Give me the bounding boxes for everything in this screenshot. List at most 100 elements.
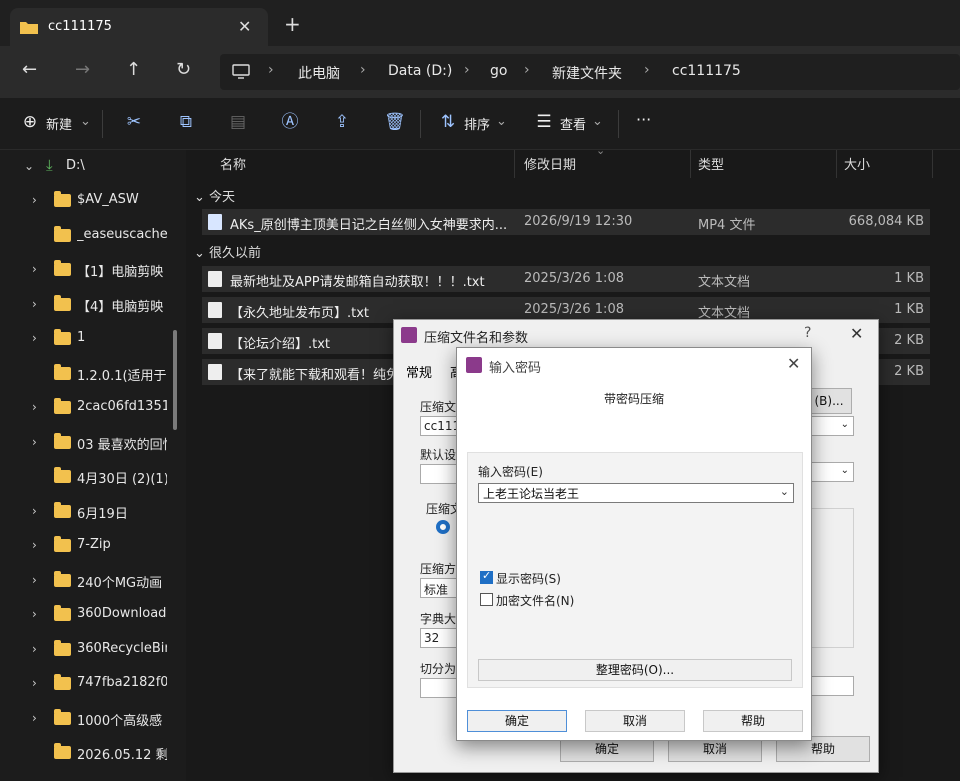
sidebar-item[interactable]: › 240个MG动画 <box>0 564 180 596</box>
sidebar-item[interactable]: 1.2.0.1(适用于C <box>0 357 180 389</box>
sidebar-item[interactable]: › 7-Zip <box>0 529 180 561</box>
new-tab-button[interactable]: + <box>284 14 301 34</box>
compression-method-select[interactable]: 标准 <box>420 578 460 598</box>
column-header-modified[interactable]: 修改日期 <box>524 154 576 173</box>
chevron-right-icon[interactable]: › <box>32 504 37 518</box>
command-bar: ⊕ 新建 ⌄ ✂ ⧉ ▤ Ⓐ ⇪ 🗑 ⇅ 排序 ⌄ ☰ 查看 ⌄ ··· <box>0 98 960 150</box>
chevron-right-icon[interactable]: › <box>32 331 37 345</box>
breadcrumb[interactable]: › 此电脑 › Data (D:) › go › 新建文件夹 › cc11117… <box>220 54 960 90</box>
chevron-right-icon[interactable]: › <box>32 573 37 587</box>
profile-button[interactable] <box>420 464 460 484</box>
copy-icon[interactable]: ⧉ <box>176 112 196 132</box>
sidebar-item[interactable]: _easeuscache <box>0 219 180 251</box>
sidebar-item[interactable]: › 2cac06fd1351 <box>0 391 180 423</box>
sidebar-item[interactable]: 4月30日 (2)(1) <box>0 460 180 492</box>
chevron-right-icon[interactable]: › <box>32 676 37 690</box>
sidebar-item[interactable]: › 360Downloads <box>0 598 180 630</box>
password-dialog: 输入密码 ✕ 带密码压缩 输入密码(E) 上老王论坛当老王 ⌄ 显示密码(S) … <box>456 347 812 741</box>
encrypt-filenames-label[interactable]: 加密文件名(N) <box>496 592 574 609</box>
more-options-button[interactable]: ··· <box>636 110 651 129</box>
cut-icon[interactable]: ✂ <box>124 112 144 132</box>
sort-button[interactable]: 排序 <box>464 114 490 133</box>
encrypt-filenames-checkbox[interactable] <box>480 593 493 606</box>
show-password-checkbox[interactable] <box>480 569 493 584</box>
archive-name-field[interactable]: cc1111 <box>420 416 468 436</box>
sidebar-item[interactable]: › 【4】电脑剪映 <box>0 288 180 320</box>
password-value: 上老王论坛当老王 <box>483 487 580 501</box>
chevron-right-icon[interactable]: › <box>32 711 37 725</box>
split-unit-select[interactable] <box>806 676 854 696</box>
column-header-size[interactable]: 大小 <box>844 154 870 173</box>
organize-passwords-button[interactable]: 整理密码(O)... <box>478 659 792 681</box>
chevron-right-icon[interactable]: › <box>32 193 37 207</box>
sidebar-item[interactable]: › 1 <box>0 322 180 354</box>
password-panel: 输入密码(E) 上老王论坛当老王 ⌄ 显示密码(S) 加密文件名(N) 整理密码… <box>467 452 803 688</box>
file-name: AKs_原创博主顶美日记之白丝侧入女神要求内... <box>230 218 508 233</box>
password-field[interactable]: 上老王论坛当老王 ⌄ <box>478 483 794 503</box>
radio-rar[interactable] <box>436 520 450 534</box>
chevron-right-icon[interactable]: › <box>32 642 37 656</box>
sidebar-item[interactable]: › 1000个高级感 <box>0 702 180 734</box>
chevron-right-icon[interactable]: › <box>32 607 37 621</box>
dictionary-size-select[interactable]: 32 <box>420 628 460 648</box>
chevron-down-icon: ⌄ <box>24 159 35 173</box>
profile-select[interactable]: ⌄ <box>806 462 854 482</box>
cancel-button[interactable]: 取消 <box>585 710 685 732</box>
breadcrumb-item[interactable]: 此电脑 <box>298 63 340 83</box>
show-password-label[interactable]: 显示密码(S) <box>496 570 561 587</box>
chevron-right-icon[interactable]: › <box>32 435 37 449</box>
forward-button[interactable]: → <box>75 60 90 80</box>
view-button[interactable]: 查看 <box>560 114 586 133</box>
new-button[interactable]: 新建 <box>46 114 72 133</box>
close-icon[interactable]: ✕ <box>850 324 863 343</box>
sidebar-item-drive[interactable]: ⌄ ⤓ D:\ <box>0 150 180 182</box>
group-header-today[interactable]: ⌄ 今天 <box>194 186 235 205</box>
sidebar-item[interactable]: › 【1】电脑剪映 <box>0 253 180 285</box>
help-button[interactable]: 帮助 <box>703 710 803 732</box>
chevron-right-icon[interactable]: › <box>32 297 37 311</box>
close-icon[interactable]: ✕ <box>787 354 800 373</box>
options-group <box>806 508 854 648</box>
chevron-right-icon[interactable]: › <box>32 262 37 276</box>
column-header-type[interactable]: 类型 <box>698 154 724 173</box>
update-mode-select[interactable]: ⌄ <box>806 416 854 436</box>
help-icon[interactable]: ? <box>804 325 811 341</box>
tab-general[interactable]: 常规 <box>406 362 432 381</box>
text-file-icon <box>208 333 222 349</box>
breadcrumb-item[interactable]: cc111175 <box>672 63 741 79</box>
table-row[interactable]: AKs_原创博主顶美日记之白丝侧入女神要求内... 2026/9/19 12:3… <box>202 209 930 235</box>
back-button[interactable]: ← <box>22 60 37 80</box>
chevron-right-icon[interactable]: › <box>32 400 37 414</box>
sidebar-item[interactable]: › 360RecycleBin <box>0 633 180 665</box>
sidebar-item[interactable]: › 747fba2182f0 <box>0 667 180 699</box>
split-volumes-field[interactable] <box>420 678 460 698</box>
paste-icon[interactable]: ▤ <box>228 112 248 132</box>
browse-button[interactable]: (B)... <box>806 388 852 414</box>
column-header-name[interactable]: 名称 <box>220 154 246 173</box>
breadcrumb-item[interactable]: go <box>490 63 507 79</box>
share-icon[interactable]: ⇪ <box>332 112 352 132</box>
chevron-right-icon: › <box>524 62 530 78</box>
tab-title: cc111175 <box>48 19 112 34</box>
sidebar-item-label: 747fba2182f0 <box>77 675 167 690</box>
ok-button[interactable]: 确定 <box>467 710 567 732</box>
up-button[interactable]: ↑ <box>126 60 141 80</box>
breadcrumb-item[interactable]: 新建文件夹 <box>552 63 622 83</box>
sidebar-item[interactable]: › 03 最喜欢的回忆 <box>0 426 180 458</box>
delete-icon[interactable]: 🗑 <box>384 112 406 132</box>
divider <box>102 110 103 138</box>
close-tab-icon[interactable]: ✕ <box>238 17 251 36</box>
group-header-long-ago[interactable]: ⌄ 很久以前 <box>194 242 261 261</box>
folder-icon <box>54 639 71 656</box>
window-tab[interactable]: cc111175 ✕ <box>10 8 268 48</box>
sidebar-item[interactable]: 2026.05.12 剩 <box>0 736 180 768</box>
sidebar-item[interactable]: › $AV_ASW <box>0 184 180 216</box>
chevron-right-icon[interactable]: › <box>32 538 37 552</box>
breadcrumb-item[interactable]: Data (D:) <box>388 63 452 79</box>
scrollbar[interactable] <box>173 330 177 430</box>
sidebar-item[interactable]: › 6月19日 <box>0 495 180 527</box>
table-row[interactable]: 最新地址及APP请发邮箱自动获取！！！.txt 2025/3/26 1:08 文本文… <box>202 266 930 292</box>
chevron-down-icon[interactable]: ⌄ <box>780 485 789 498</box>
rename-icon[interactable]: Ⓐ <box>280 112 300 132</box>
refresh-button[interactable]: ↻ <box>176 60 191 80</box>
